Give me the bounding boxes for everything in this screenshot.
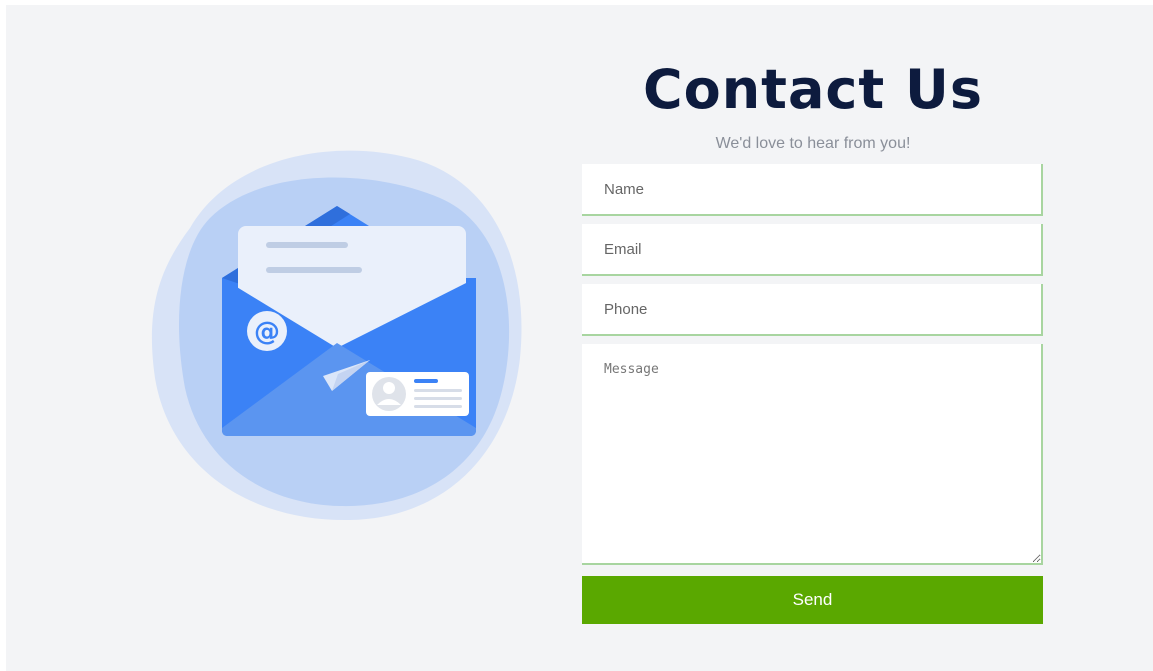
name-input[interactable] xyxy=(582,164,1043,216)
at-sign-icon: @ xyxy=(254,317,280,347)
send-button[interactable]: Send xyxy=(582,576,1043,624)
message-textarea[interactable] xyxy=(582,344,1043,565)
letter-line-2 xyxy=(266,267,362,273)
envelope-illustration: @ xyxy=(151,150,522,521)
page-subtitle: We'd love to hear from you! xyxy=(715,135,911,152)
page-title: Contact Us xyxy=(642,58,984,121)
letter-line-1 xyxy=(266,242,348,248)
email-input[interactable] xyxy=(582,224,1043,276)
phone-input[interactable] xyxy=(582,284,1043,336)
